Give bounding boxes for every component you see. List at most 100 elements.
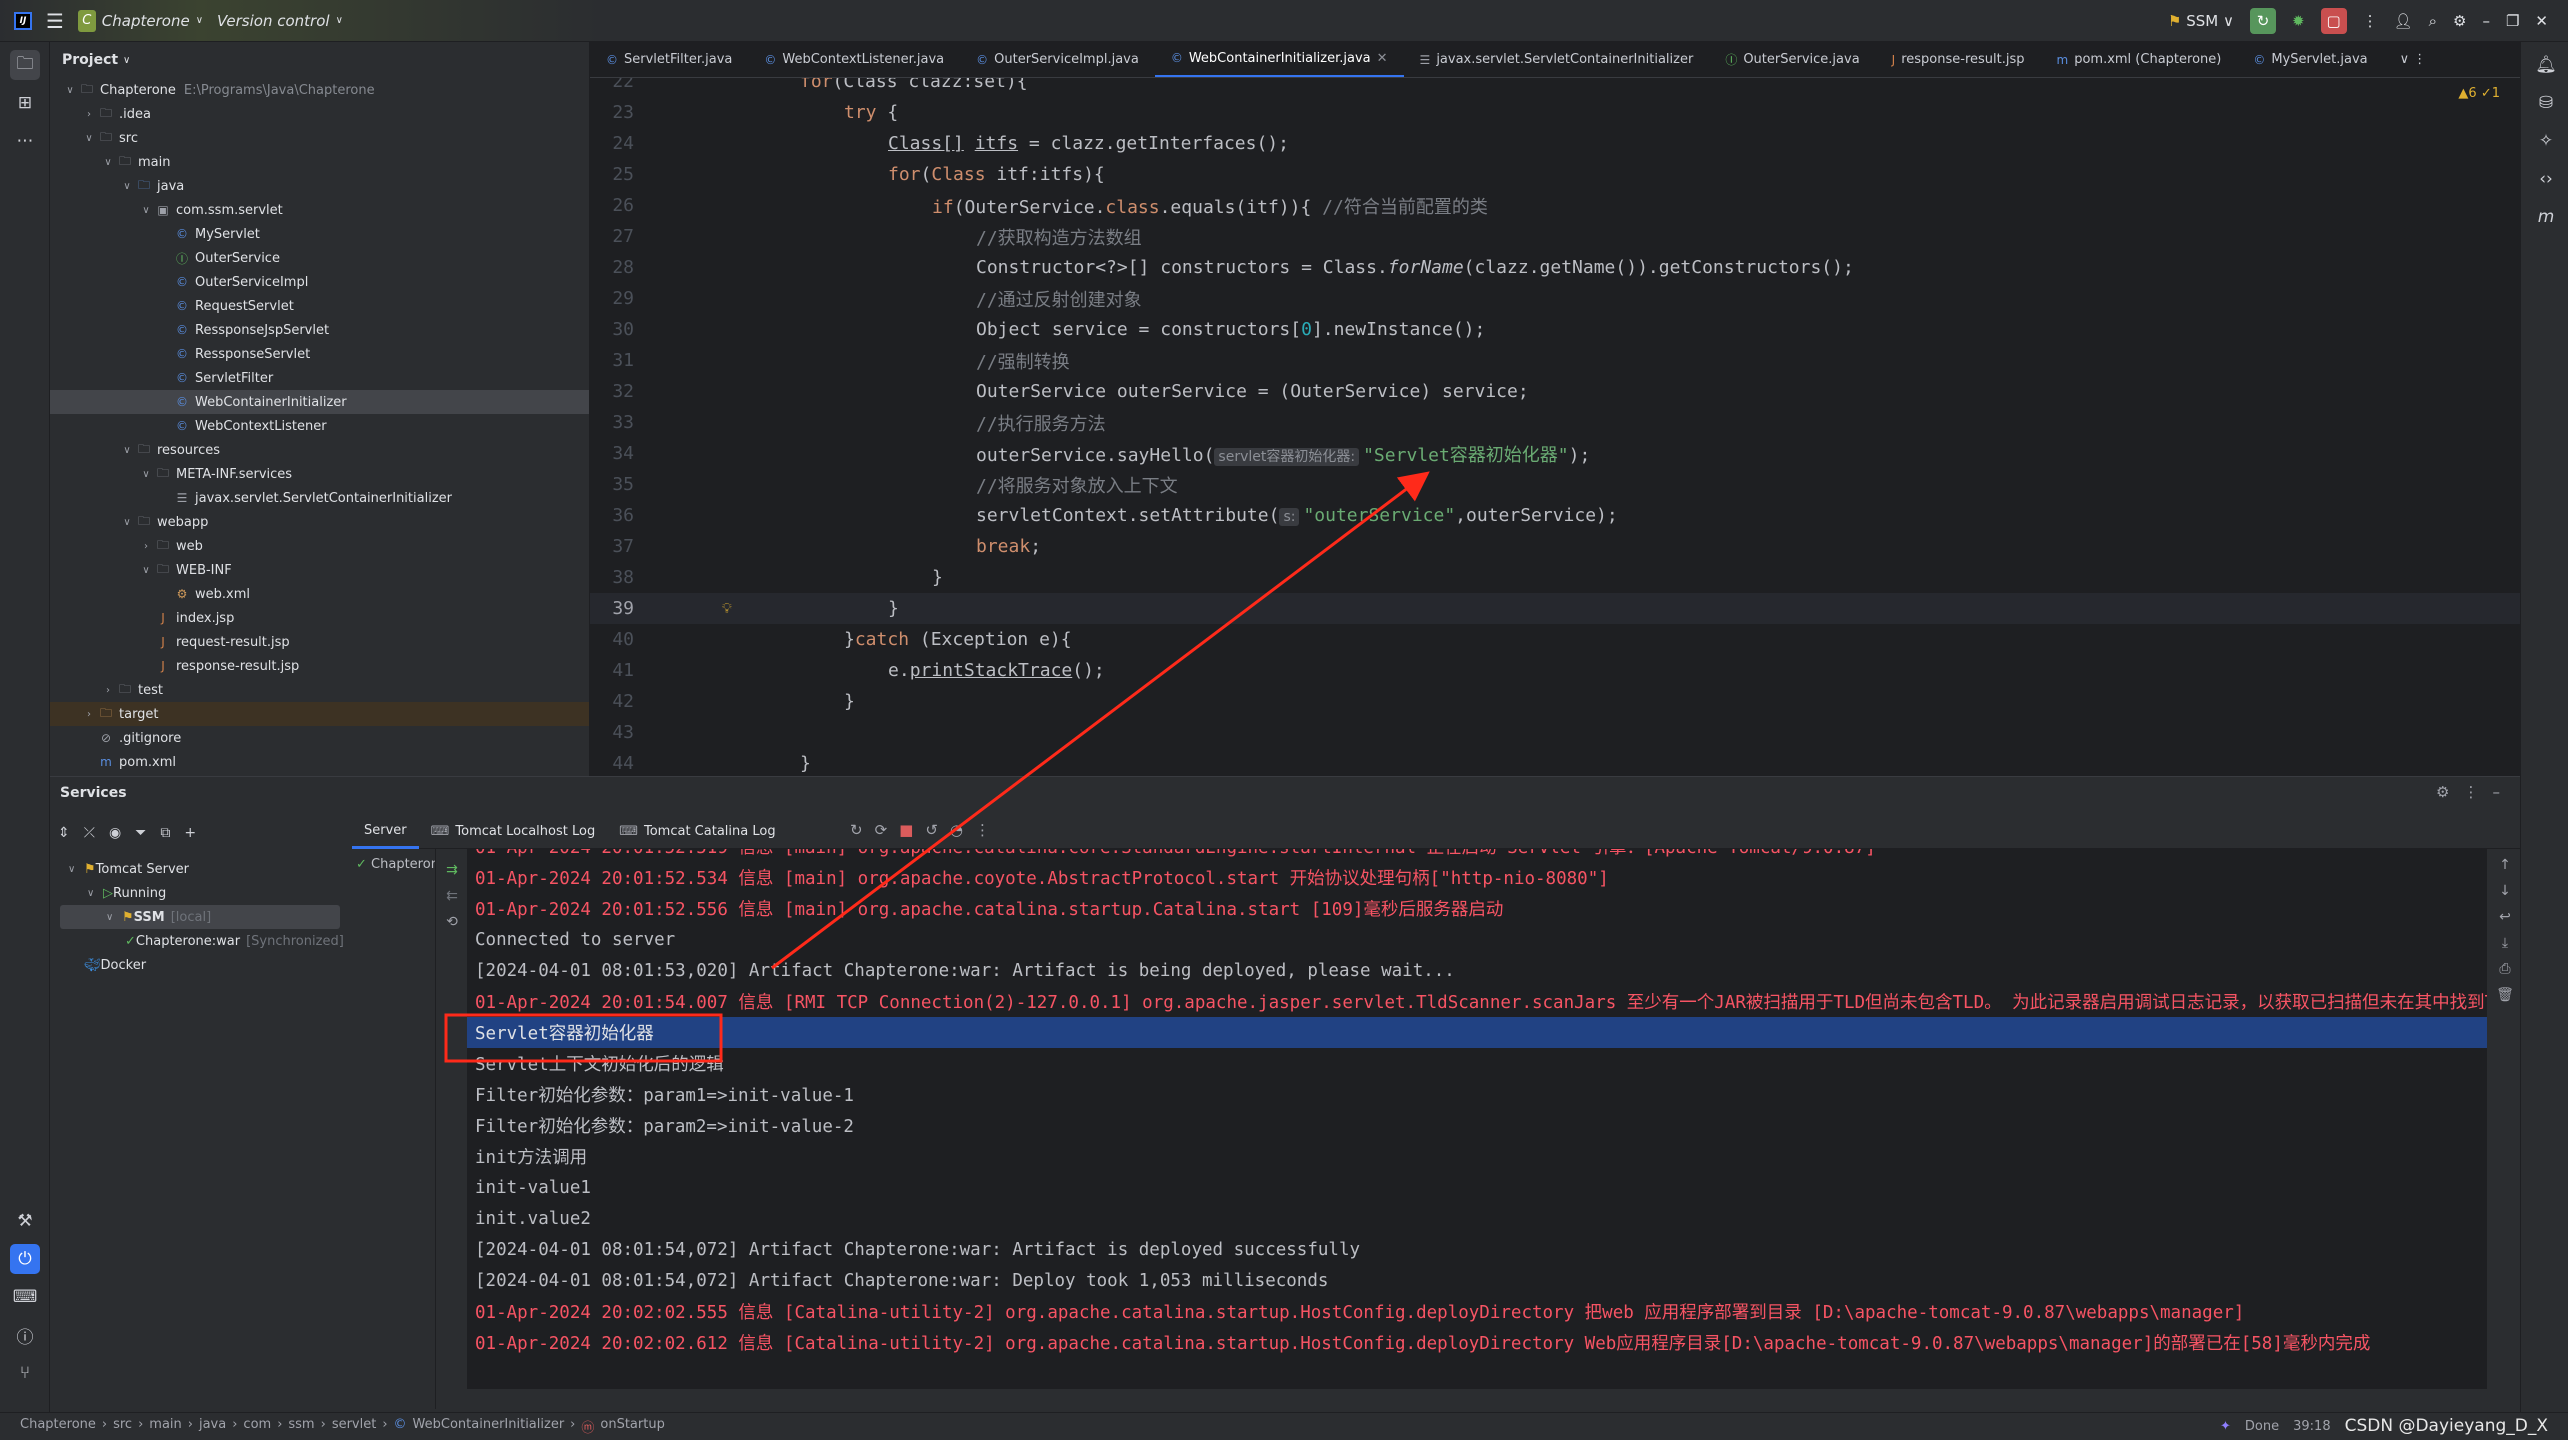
tree-item[interactable]: ∨ 🗀 main [50,150,589,174]
service-item[interactable]: ∨ ⚑ Tomcat Server [60,857,340,881]
more-tools-icon[interactable]: ⋯ [10,126,40,156]
tree-item[interactable]: © RessponseJspServlet [50,318,589,342]
main-menu-icon[interactable]: ☰ [46,9,64,33]
breadcrumb-item[interactable]: ssm [288,1417,314,1436]
tree-item[interactable]: ⊘ .gitignore [50,726,589,750]
deployment-item[interactable]: Chapterone [371,857,435,872]
editor-tab[interactable]: ☰ javax.servlet.ServletContainerInitializ… [1404,42,1710,77]
maven-icon[interactable]: m [2531,202,2561,232]
view-options-icon[interactable]: ◉ [109,825,121,841]
cursor-position[interactable]: 39:18 [2293,1419,2330,1434]
restart-icon[interactable]: ↺ [925,821,938,839]
endpoints-icon[interactable]: ‹› [2531,164,2561,194]
line-number[interactable]: 25 [590,164,634,185]
line-number[interactable]: 32 [590,381,634,402]
service-item[interactable]: ✓ Chapterone:war [Synchronized] [60,929,344,953]
tree-item[interactable]: ∨ 🗀 src [50,126,589,150]
breadcrumb-item[interactable]: java [199,1417,226,1436]
line-number[interactable]: 36 [590,505,634,526]
minimize-button[interactable]: – [2482,12,2490,30]
services-tool-icon[interactable]: ⏻ [10,1244,40,1274]
line-number[interactable]: 40 [590,629,634,650]
search-icon[interactable]: ⌕ [2429,12,2437,30]
line-number[interactable]: 26 [590,195,634,216]
tree-item[interactable]: © WebContainerInitializer [50,390,589,414]
close-tab-icon[interactable]: ✕ [1377,51,1388,66]
tree-item[interactable]: › 🗀 .idea [50,102,589,126]
hide-panel-icon[interactable]: – [2493,783,2501,801]
line-number[interactable]: 23 [590,102,634,123]
deploy-icon[interactable]: ⇉ [440,857,464,883]
gear-icon[interactable]: ⚙ [2453,12,2466,30]
tree-item[interactable]: ∨ ▣ com.ssm.servlet [50,198,589,222]
service-item[interactable]: ∨ ▷ Running [60,881,340,905]
breadcrumb-item[interactable]: onStartup [600,1417,664,1436]
tree-item[interactable]: ☰ javax.servlet.ServletContainerInitializ… [50,486,589,510]
tree-item[interactable]: ⚙ web.xml [50,582,589,606]
more-icon[interactable]: ⋮ [2464,783,2479,801]
expand-all-icon[interactable]: ⇕ [58,825,70,841]
refresh-icon[interactable]: ⟲ [440,909,464,935]
notifications-icon[interactable]: 🔔︎ [2531,50,2561,80]
terminal-tool-icon[interactable]: ⌨ [10,1282,40,1312]
project-switcher[interactable]: C Chapterone ∨ [77,9,203,32]
tree-item[interactable]: › 🗀 test [50,678,589,702]
clear-icon[interactable]: 🗑︎ [2490,987,2520,1013]
inspection-widget[interactable]: ▲6 ✓1 [2458,86,2500,101]
tree-item[interactable]: © MyServlet [50,222,589,246]
print-icon[interactable]: ⎙ [2490,961,2520,987]
editor-tab[interactable]: © MyServlet.java [2237,42,2383,77]
tree-item[interactable]: Jindex.jsp [50,606,589,630]
line-number[interactable]: 28 [590,257,634,278]
structure-tool-icon[interactable]: ⊞ [10,88,40,118]
line-number[interactable]: 24 [590,133,634,154]
breadcrumb-item[interactable]: servlet [332,1417,377,1436]
line-number[interactable]: 38 [590,567,634,588]
service-item[interactable]: 🐳︎ Docker [60,953,340,977]
account-icon[interactable]: 👤︎ [2394,12,2413,30]
database-icon[interactable]: ⛁ [2531,88,2561,118]
editor-tab[interactable]: Jresponse-result.jsp [1876,42,2041,77]
undeploy-icon[interactable]: ⇇ [440,883,464,909]
breadcrumb-item[interactable]: main [149,1417,181,1436]
vcs-menu[interactable]: Version control ∨ [217,12,343,30]
line-number[interactable]: 39 [590,598,634,619]
ai-assistant-icon[interactable]: ✧ [2531,126,2561,156]
git-tool-icon[interactable]: ⑂ [10,1358,40,1388]
editor-tab[interactable]: Ⓘ OuterService.java [1709,42,1875,77]
stop-button[interactable]: ▢ [2320,8,2347,34]
update-app-icon[interactable]: ↻ [850,821,863,839]
line-number[interactable]: 33 [590,412,634,433]
tree-item[interactable]: ∨ 🗀 META-INF.services [50,462,589,486]
editor-tab[interactable]: © WebContextListener.java [748,42,960,77]
new-group-icon[interactable]: ⧉ [160,825,170,841]
line-number[interactable]: 41 [590,660,634,681]
more-icon[interactable]: ⋮ [975,821,990,839]
line-number[interactable]: 35 [590,474,634,495]
tree-item[interactable]: © RequestServlet [50,294,589,318]
rerun-button[interactable]: ↻ [2249,8,2276,34]
run-tab[interactable]: ⌨ Tomcat Localhost Log [419,815,608,849]
problems-tool-icon[interactable]: ⓘ [10,1320,40,1350]
tree-item[interactable]: ∨ 🗀 WEB-INF [50,558,589,582]
ai-icon[interactable]: ✦ [2220,1419,2231,1434]
more-icon[interactable]: ⋮ [2363,12,2378,30]
tree-item[interactable]: Jresponse-result.jsp [50,654,589,678]
service-item[interactable]: ∨ ⚑ SSM [local] [60,905,340,929]
line-number[interactable]: 34 [590,443,634,464]
run-tab[interactable]: ⌨ Tomcat Catalina Log [607,815,787,849]
tree-item[interactable]: ∨ 🗀 resources [50,438,589,462]
line-number[interactable]: 30 [590,319,634,340]
code-editor[interactable]: ▲6 ✓1 22 for(Class clazz:set){23 try {24 Cl… [590,78,2520,776]
line-number[interactable]: 43 [590,722,634,743]
project-tool-icon[interactable]: 🗀 [10,50,40,80]
line-number[interactable]: 44 [590,753,634,774]
add-service-icon[interactable]: + [184,825,196,841]
tree-item[interactable]: ∨ 🗀 java [50,174,589,198]
filter-icon[interactable]: ⏷ [135,825,146,841]
tree-item[interactable]: © ServletFilter [50,366,589,390]
scroll-up-icon[interactable]: ↑ [2490,857,2520,883]
line-number[interactable]: 27 [590,226,634,247]
tree-item[interactable]: ∨ 🗀 webapp [50,510,589,534]
line-number[interactable]: 42 [590,691,634,712]
